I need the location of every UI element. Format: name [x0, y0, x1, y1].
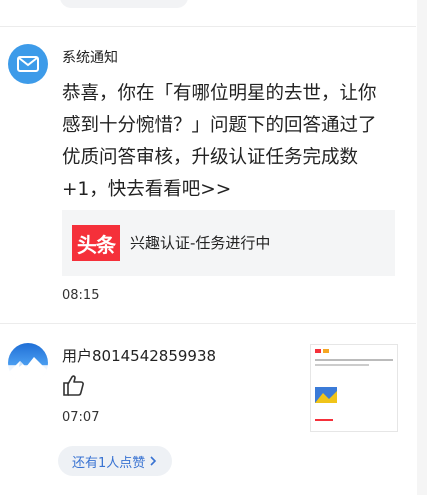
chevron-right-icon — [150, 456, 157, 466]
like-time: 07:07 — [62, 410, 100, 425]
scrollbar[interactable] — [417, 0, 427, 495]
system-notice-message[interactable]: 恭喜，你在「有哪位明星的去世，让你感到十分惋惜？」问题下的回答通过了优质问答审核… — [62, 78, 392, 206]
more-likes-button[interactable]: 还有1人点赞 — [58, 446, 173, 476]
task-card[interactable]: 头条 兴趣认证-任务进行中 — [62, 210, 395, 276]
divider-middle — [0, 323, 416, 324]
post-thumbnail[interactable] — [310, 344, 398, 432]
user-avatar[interactable] — [8, 343, 48, 383]
mail-icon — [17, 56, 39, 72]
task-card-title: 兴趣认证-任务进行中 — [130, 234, 271, 252]
system-notice-avatar[interactable] — [8, 44, 48, 84]
system-notice-time: 08:15 — [62, 288, 100, 303]
mountain-image-icon — [8, 357, 48, 383]
toutiao-logo: 头条 — [72, 225, 120, 261]
previous-item-pill[interactable] — [60, 0, 188, 8]
previous-item-area — [0, 0, 427, 26]
more-likes-label: 还有1人点赞 — [72, 455, 146, 471]
post-preview-image — [315, 349, 393, 421]
like-user-name[interactable]: 用户8014542859938 — [62, 345, 216, 366]
system-notice-sender: 系统通知 — [62, 50, 118, 66]
divider-top — [0, 26, 416, 27]
thumbs-up-icon — [63, 375, 84, 396]
